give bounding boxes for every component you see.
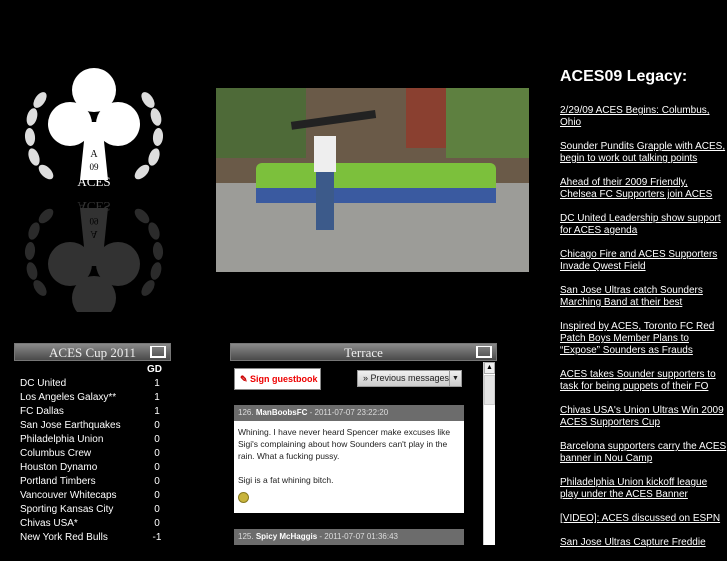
legacy-sidebar: ACES09 Legacy: 2/29/09 ACES Begins: Colu… bbox=[560, 68, 727, 561]
message-author[interactable]: ManBoobsFC bbox=[256, 408, 308, 417]
aces-cup-title: ACES Cup 2011 bbox=[49, 345, 136, 360]
goal-difference: 0 bbox=[154, 476, 160, 487]
standings-row: Sporting Kansas City 0 bbox=[20, 504, 170, 515]
legacy-link[interactable]: Philadelphia Union kickoff league play u… bbox=[560, 477, 727, 501]
goal-difference: 0 bbox=[154, 434, 160, 445]
team-name: Los Angeles Galaxy** bbox=[20, 392, 117, 403]
message-body: Whining. I have never heard Spencer make… bbox=[234, 421, 464, 513]
team-name: San Jose Earthquakes bbox=[20, 420, 121, 431]
legacy-link[interactable]: Inspired by ACES, Toronto FC Red Patch B… bbox=[560, 321, 727, 357]
message-header: 126. ManBoobsFC - 2011-07-07 23:22:20 bbox=[234, 405, 464, 421]
aces-logo[interactable]: A 09 ACES bbox=[14, 62, 174, 320]
team-name: DC United bbox=[20, 378, 67, 389]
scroll-up-icon[interactable]: ▲ bbox=[484, 362, 495, 374]
legacy-link[interactable]: Chivas USA's Union Ultras Win 2009 ACES … bbox=[560, 405, 727, 429]
terrace-header: Terrace bbox=[230, 343, 497, 361]
aces-cup-header: ACES Cup 2011 bbox=[14, 343, 171, 361]
team-name: Chivas USA* bbox=[20, 518, 78, 529]
goal-difference: 0 bbox=[154, 448, 160, 459]
standings-row: Portland Timbers 0 bbox=[20, 476, 170, 487]
legacy-link[interactable]: San Jose Ultras Capture Freddie bbox=[560, 537, 727, 549]
goal-difference: -1 bbox=[152, 532, 162, 543]
external-link-icon[interactable] bbox=[476, 346, 492, 358]
team-name: Sporting Kansas City bbox=[20, 504, 114, 515]
team-name: Columbus Crew bbox=[20, 448, 92, 459]
pencil-icon: ✎ bbox=[240, 374, 251, 384]
message-date: - 2011-07-07 23:22:20 bbox=[309, 408, 389, 417]
sign-guestbook-button[interactable]: ✎ Sign guestbook bbox=[234, 368, 321, 390]
legacy-link[interactable]: ACES takes Sounder supporters to task fo… bbox=[560, 369, 727, 393]
standings-row: San Jose Earthquakes 0 bbox=[20, 420, 170, 431]
scrollbar[interactable]: ▲ bbox=[483, 362, 495, 545]
standings-row: Chivas USA* 0 bbox=[20, 518, 170, 529]
team-name: Philadelphia Union bbox=[20, 434, 104, 445]
smiley-icon bbox=[238, 492, 249, 503]
legacy-link[interactable]: [VIDEO]: ACES discussed on ESPN bbox=[560, 513, 727, 525]
goal-difference: 0 bbox=[154, 462, 160, 473]
svg-text:ACES: ACES bbox=[77, 174, 110, 189]
team-name: Houston Dynamo bbox=[20, 462, 98, 473]
message-number: 125. bbox=[238, 532, 254, 541]
goal-difference: 1 bbox=[154, 378, 160, 389]
legacy-link[interactable]: Barcelona supporters carry the ACES bann… bbox=[560, 441, 727, 465]
legacy-title: ACES09 Legacy: bbox=[560, 68, 688, 85]
team-name: FC Dallas bbox=[20, 406, 64, 417]
goal-difference: 0 bbox=[154, 420, 160, 431]
message-header: 125. Spicy McHaggis - 2011-07-07 01:36:4… bbox=[234, 529, 464, 545]
standings-row: Columbus Crew 0 bbox=[20, 448, 170, 459]
standings-row: Houston Dynamo 0 bbox=[20, 462, 170, 473]
standings-row: Philadelphia Union 0 bbox=[20, 434, 170, 445]
legacy-link[interactable]: DC United Leadership show support for AC… bbox=[560, 213, 727, 237]
legacy-link[interactable]: 2/29/09 ACES Begins: Columbus, Ohio bbox=[560, 105, 727, 129]
goal-difference: 0 bbox=[154, 504, 160, 515]
message-text: Whining. I have never heard Spencer make… bbox=[238, 427, 451, 461]
standings-row: FC Dallas 1 bbox=[20, 406, 170, 417]
hero-photo bbox=[216, 88, 529, 272]
legacy-link[interactable]: Sounder Pundits Grapple with ACES, begin… bbox=[560, 141, 727, 165]
goal-difference: 1 bbox=[154, 406, 160, 417]
aces-cup-panel: ACES Cup 2011 GD DC United 1 Los Angeles G… bbox=[14, 343, 171, 543]
message-date: - 2011-07-07 01:36:43 bbox=[319, 532, 398, 541]
legacy-link[interactable]: Chicago Fire and ACES Supporters Invade … bbox=[560, 249, 727, 273]
terrace-panel: Terrace ✎ Sign guestbook » Previous mess… bbox=[230, 343, 497, 545]
message-text: Sigi is a fat whining bitch. bbox=[238, 475, 334, 485]
dropdown-arrow-icon[interactable]: ▼ bbox=[449, 371, 461, 386]
previous-messages-label: » Previous messages bbox=[363, 373, 450, 383]
legacy-link[interactable]: San Jose Ultras catch Sounders Marching … bbox=[560, 285, 727, 309]
legacy-link[interactable]: Ahead of their 2009 Friendly, Chelsea FC… bbox=[560, 177, 727, 201]
external-link-icon[interactable] bbox=[150, 346, 166, 358]
gd-header: GD bbox=[147, 364, 162, 375]
goal-difference: 0 bbox=[154, 518, 160, 529]
message-number: 126. bbox=[238, 408, 254, 417]
team-name: Portland Timbers bbox=[20, 476, 96, 487]
scrollbar-thumb[interactable] bbox=[484, 375, 495, 405]
previous-messages-dropdown[interactable]: » Previous messages ▼ bbox=[357, 370, 462, 387]
terrace-title: Terrace bbox=[344, 345, 383, 360]
svg-text:A: A bbox=[90, 149, 98, 160]
standings-row: Vancouver Whitecaps 0 bbox=[20, 490, 170, 501]
team-name: New York Red Bulls bbox=[20, 532, 108, 543]
message-author[interactable]: Spicy McHaggis bbox=[256, 532, 317, 541]
standings-row: DC United 1 bbox=[20, 378, 170, 389]
goal-difference: 0 bbox=[154, 490, 160, 501]
goal-difference: 1 bbox=[154, 392, 160, 403]
sign-guestbook-label: Sign guestbook bbox=[250, 374, 318, 384]
team-name: Vancouver Whitecaps bbox=[20, 490, 117, 501]
standings-row: Los Angeles Galaxy** 1 bbox=[20, 392, 170, 403]
svg-text:09: 09 bbox=[90, 162, 100, 172]
standings-row: New York Red Bulls -1 bbox=[20, 532, 170, 543]
